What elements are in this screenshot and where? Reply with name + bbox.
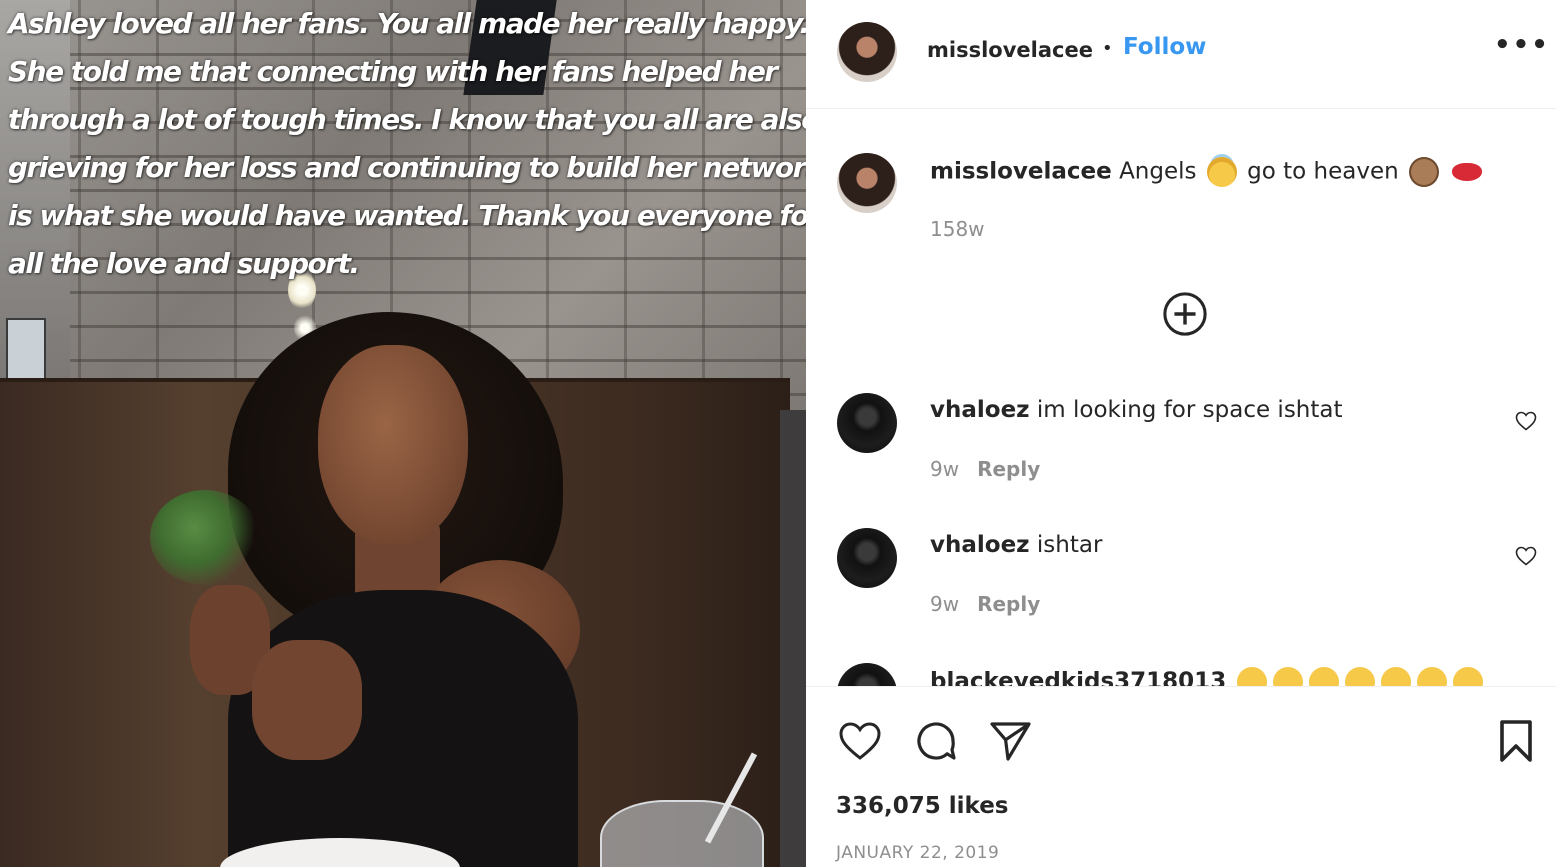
grinning-face-icon [1236,667,1267,686]
comment-text: vhaloez ishtar [930,532,1102,558]
grinning-face-icon [1308,667,1339,686]
comment-meta: 9w Reply [930,457,1040,481]
comment-time: 9w [930,592,960,616]
post-header: misslovelacee • Follow ••• [806,0,1556,109]
heart-icon[interactable] [1514,544,1538,568]
caption-username[interactable]: misslovelacee [930,159,1112,185]
woman-face [318,345,468,545]
grinning-face-icon [1416,667,1447,686]
plus-circle-icon[interactable] [1162,291,1208,337]
author-avatar[interactable] [837,22,897,82]
caption-text-after: go to heaven [1247,158,1399,185]
comment-body: im looking for space ishtat [1036,397,1343,423]
caption-line: through a lot of tough times. I know tha… [8,103,806,136]
caption-text: misslovelacee Angels go to heaven [930,157,1485,187]
grinning-face-icon [1380,667,1411,686]
paper-plane-icon[interactable] [986,717,1034,765]
separator-dot: • [1102,38,1113,59]
comment-username[interactable]: blackeyedkids3718013 [930,669,1226,687]
angel-face-icon [1206,157,1237,187]
comment-bubble-icon[interactable] [912,717,960,765]
caption-meta: 158w [930,217,985,241]
likes-count[interactable]: 336,075 likes [836,793,1009,819]
booth-side [780,410,806,867]
comment-time: 9w [930,457,960,481]
caption-line: She told me that connecting with her fan… [8,55,778,88]
comment-username[interactable]: vhaloez [930,397,1030,423]
herb-sprig [150,490,260,585]
author-username[interactable]: misslovelacee [927,38,1093,62]
kiss-lips-icon [1452,163,1483,181]
woman-hand-right [252,640,362,760]
grinning-face-icon [1272,667,1303,686]
grinning-face-icon [1344,667,1375,686]
grinning-face-icon [1452,667,1483,686]
caption-line: Ashley loved all her fans. You all made … [8,7,806,40]
reply-button[interactable]: Reply [977,592,1040,616]
photo-caption-overlay: Ashley loved all her fans. You all made … [8,0,806,288]
caption-line: grieving for her loss and continuing to … [8,151,806,184]
comment-body: ishtar [1036,532,1103,558]
post-footer: 336,075 likes JANUARY 22, 2019 [806,686,1556,868]
comment-text: vhaloez im looking for space ishtat [930,397,1343,423]
comment-username[interactable]: vhaloez [930,532,1030,558]
reply-button[interactable]: Reply [977,457,1040,481]
caption-line: is what she would have wanted. Thank you… [8,199,806,232]
drinking-glass [600,800,764,867]
caption-text-before: Angels [1119,158,1197,185]
window [6,318,46,382]
clapping-hands-icon [1408,157,1439,187]
comments-list[interactable]: misslovelacee Angels go to heaven 158w v… [806,109,1556,686]
follow-button[interactable]: Follow [1123,34,1206,60]
heart-icon[interactable] [836,717,884,765]
comment-meta: 9w Reply [930,592,1040,616]
post-side-panel: misslovelacee • Follow ••• misslovelacee… [806,0,1556,867]
caption-line: all the love and support. [8,247,360,280]
caption-avatar[interactable] [837,153,897,213]
more-options-button[interactable]: ••• [1494,30,1550,60]
comment-avatar[interactable] [837,393,897,453]
bookmark-icon[interactable] [1492,717,1540,765]
comment-text: blackeyedkids3718013 [930,667,1486,686]
comment-avatar[interactable] [837,663,897,686]
post-date: JANUARY 22, 2019 [836,843,1000,863]
post-photo: Ashley loved all her fans. You all made … [0,0,806,867]
comment-avatar[interactable] [837,528,897,588]
heart-icon[interactable] [1514,409,1538,433]
caption-time: 158w [930,217,985,241]
